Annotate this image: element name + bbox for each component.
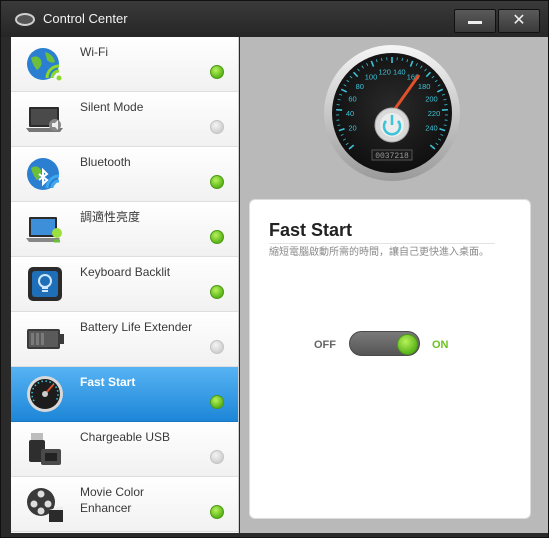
status-dot — [210, 340, 224, 354]
gauge-tick-label: 60 — [348, 95, 356, 104]
battery-icon — [27, 329, 64, 349]
panel-title: Fast Start — [269, 220, 353, 240]
panel-description: 縮短電腦啟動所需的時間，讓自己更快進入桌面。 — [269, 247, 489, 258]
wifi-globe-icon — [27, 48, 62, 81]
toggle-on-label: ON — [432, 339, 449, 351]
fast-start-toggle[interactable] — [349, 331, 420, 356]
sidebar-item-label: Battery Life Extender — [80, 320, 193, 334]
sidebar-item-adaptive-brightness[interactable]: 調適性亮度 — [11, 202, 238, 257]
status-dot — [210, 230, 224, 244]
gauge-tick-label: 120 — [378, 68, 391, 77]
gauge-tick-label: 140 — [393, 68, 406, 77]
speedometer-icon — [27, 376, 63, 412]
sidebar-item-fast-start[interactable]: Fast Start — [11, 367, 238, 422]
detail-pane: 20 40 60 80 100 120 140 160 180 200 220 240 0037218… — [240, 37, 548, 533]
laptop-mute-icon — [26, 107, 63, 132]
laptop-brightness-icon — [26, 217, 62, 243]
gauge-tick — [401, 57, 403, 62]
window-title: Control Center — [43, 11, 128, 26]
sidebar-item-label: Fast Start — [80, 375, 136, 389]
gauge-tick-label: 240 — [425, 123, 438, 132]
status-dot — [210, 450, 224, 464]
gauge-tick-label: 40 — [346, 109, 354, 118]
film-reel-icon — [27, 488, 63, 522]
titlebar[interactable]: Control Center ✕ — [1, 1, 548, 37]
close-button[interactable]: ✕ — [498, 9, 540, 33]
sidebar: Wi-Fi Silent Mode Bluetooth 調適性亮度 Keyboa… — [11, 37, 239, 533]
gauge-tick-label: 200 — [425, 95, 438, 104]
bulb-icon — [28, 267, 62, 301]
status-dot — [210, 285, 224, 299]
gauge-tick-label: 20 — [348, 123, 356, 132]
status-dot — [210, 395, 224, 409]
panel-divider — [269, 243, 495, 244]
sidebar-item-label: Keyboard Backlit — [80, 265, 171, 279]
toggle-off-label: OFF — [314, 339, 336, 351]
gauge-tick-label: 220 — [428, 109, 441, 118]
gauge-tick-label: 100 — [365, 73, 378, 82]
sidebar-item-label: Bluetooth — [80, 155, 131, 169]
sidebar-item-label: 調適性亮度 — [80, 210, 141, 224]
status-dot — [210, 175, 224, 189]
gauge-tick-label: 80 — [356, 82, 364, 91]
sidebar-item-wifi[interactable]: Wi-Fi — [11, 37, 238, 92]
odometer: 0037218 — [375, 152, 409, 161]
speedometer-gauge: 20406080100120 140160180200220240 0037218 — [324, 45, 460, 181]
toggle-knob[interactable] — [397, 334, 418, 355]
status-dot — [210, 65, 224, 79]
usb-icon — [29, 433, 61, 465]
bluetooth-globe-icon — [27, 158, 60, 190]
sidebar-item-label: Silent Mode — [80, 100, 144, 114]
sidebar-item-label: Chargeable USB — [80, 430, 171, 444]
control-center-window: Control Center ✕ Wi-Fi Silent Mode Bluet… — [0, 0, 549, 538]
sidebar-item-silent-mode[interactable]: Silent Mode — [11, 92, 238, 147]
sidebar-item-label: Movie Color Enhancer — [80, 485, 145, 515]
minimize-icon — [468, 21, 482, 25]
sidebar-item-chargeable-usb[interactable]: Chargeable USB — [11, 422, 238, 477]
sidebar-item-keyboard-backlit[interactable]: Keyboard Backlit — [11, 257, 238, 312]
sidebar-item-battery-life-extender[interactable]: Battery Life Extender — [11, 312, 238, 367]
sidebar-item-movie-color-enhancer[interactable]: Movie Color Enhancer — [11, 477, 238, 532]
status-dot — [210, 505, 224, 519]
fast-start-panel: Fast Start 縮短電腦啟動所需的時間，讓自己更快進入桌面。 OFF ON — [249, 199, 531, 519]
sidebar-item-label: Wi-Fi — [80, 45, 108, 59]
gauge-tick — [381, 57, 383, 62]
status-dot — [210, 120, 224, 134]
app-icon — [15, 13, 35, 26]
gauge-tick-label: 180 — [418, 82, 431, 91]
sidebar-item-bluetooth[interactable]: Bluetooth — [11, 147, 238, 202]
minimize-button[interactable] — [454, 9, 496, 33]
